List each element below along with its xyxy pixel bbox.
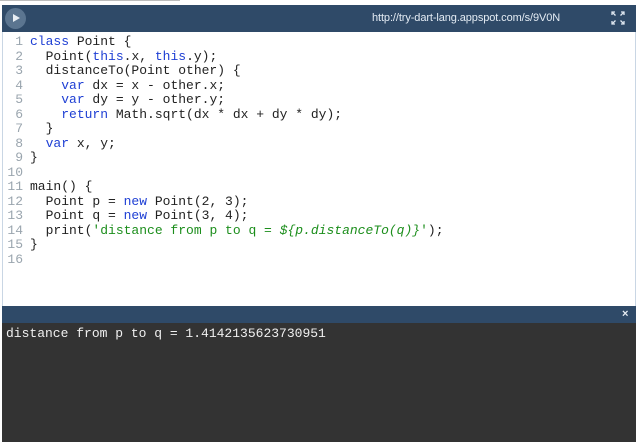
interpolation-token: ${p.distanceTo(q)} <box>279 222 421 238</box>
line-number: 8 <box>15 135 23 151</box>
line-number: 7 <box>15 121 23 136</box>
code-text: var dx = x - other.x; <box>30 77 226 94</box>
code-text: } <box>30 237 38 253</box>
line-number: 12 <box>7 193 23 209</box>
line-number: 9 <box>15 150 23 165</box>
fullscreen-icon[interactable] <box>611 11 625 25</box>
line-number: 3 <box>15 63 23 78</box>
play-icon <box>13 14 20 22</box>
code-text: distanceTo(Point other) { <box>30 63 241 79</box>
code-text: var dy = y - other.y; <box>30 92 226 108</box>
code-token: .x, <box>123 48 155 64</box>
line-number: 5 <box>15 92 23 107</box>
code-token: ); <box>427 222 444 238</box>
code-text: print('distance from p to q = ${p.distan… <box>30 222 444 239</box>
line-number: 2 <box>15 48 23 64</box>
code-text: main() { <box>30 179 93 195</box>
code-token: Math.sqrt(dx * dx + dy * dy); <box>108 106 343 122</box>
code-token: dx = x - other.x; <box>84 77 226 93</box>
code-token: } <box>30 237 38 252</box>
keyword-token: this <box>154 48 187 64</box>
run-button[interactable] <box>5 8 26 29</box>
keyword-token: new <box>123 193 148 209</box>
close-console-button[interactable]: × <box>622 308 628 320</box>
code-token: print( <box>30 222 93 238</box>
keyword-token: var <box>45 135 70 151</box>
code-text: class Point { <box>30 34 132 50</box>
dartpad-embed: http://try-dart-lang.appspot.com/s/9V0N … <box>2 5 636 442</box>
keyword-token: new <box>123 208 148 223</box>
share-url[interactable]: http://try-dart-lang.appspot.com/s/9V0N <box>372 12 560 24</box>
code-token: .y); <box>186 48 218 64</box>
keyword-token: class <box>30 34 70 49</box>
code-token: } <box>30 121 54 136</box>
line-number: 11 <box>7 179 23 194</box>
code-token: Point q = <box>30 208 124 223</box>
code-text: var x, y; <box>30 135 116 152</box>
line-number: 16 <box>7 251 23 267</box>
line-number: 15 <box>7 237 23 252</box>
code-token: main() { <box>30 179 93 194</box>
string-token: 'distance from p to q = <box>92 222 280 238</box>
line-number: 6 <box>15 106 23 122</box>
console-header: × <box>2 306 636 323</box>
console-output: distance from p to q = 1.414213562373095… <box>6 326 326 341</box>
code-token: distanceTo(Point other) { <box>30 63 241 78</box>
keyword-token: var <box>61 77 85 93</box>
code-token: Point(2, 3); <box>147 193 249 209</box>
code-text: } <box>30 121 54 137</box>
console-panel: distance from p to q = 1.414213562373095… <box>2 323 636 442</box>
code-text: Point q = new Point(3, 4); <box>30 208 249 224</box>
code-text: Point p = new Point(2, 3); <box>30 193 249 210</box>
code-token: Point(3, 4); <box>147 208 249 223</box>
code-text: Point(this.x, this.y); <box>30 48 218 65</box>
code-token: x, y; <box>69 135 116 151</box>
toolbar: http://try-dart-lang.appspot.com/s/9V0N <box>2 5 636 32</box>
top-rule <box>0 0 180 1</box>
line-number: 1 <box>15 34 23 49</box>
code-token: } <box>30 150 38 165</box>
code-text: return Math.sqrt(dx * dx + dy * dy); <box>30 106 343 123</box>
keyword-token: return <box>61 106 109 122</box>
line-number: 13 <box>7 208 23 223</box>
code-editor[interactable]: 1 class Point {2 Point(this.x, this.y); 3 … <box>2 32 636 307</box>
keyword-token: this <box>92 48 124 64</box>
string-token: ' <box>420 222 428 238</box>
line-number: 4 <box>15 77 23 93</box>
code-token: Point( <box>30 48 93 64</box>
line-number: 10 <box>7 164 23 180</box>
line-number: 14 <box>7 222 23 238</box>
keyword-token: var <box>61 92 85 107</box>
code-text: } <box>30 150 38 166</box>
code-token: Point p = <box>30 193 124 209</box>
code-token: dy = y - other.y; <box>84 92 226 107</box>
code-token: Point { <box>69 34 132 49</box>
